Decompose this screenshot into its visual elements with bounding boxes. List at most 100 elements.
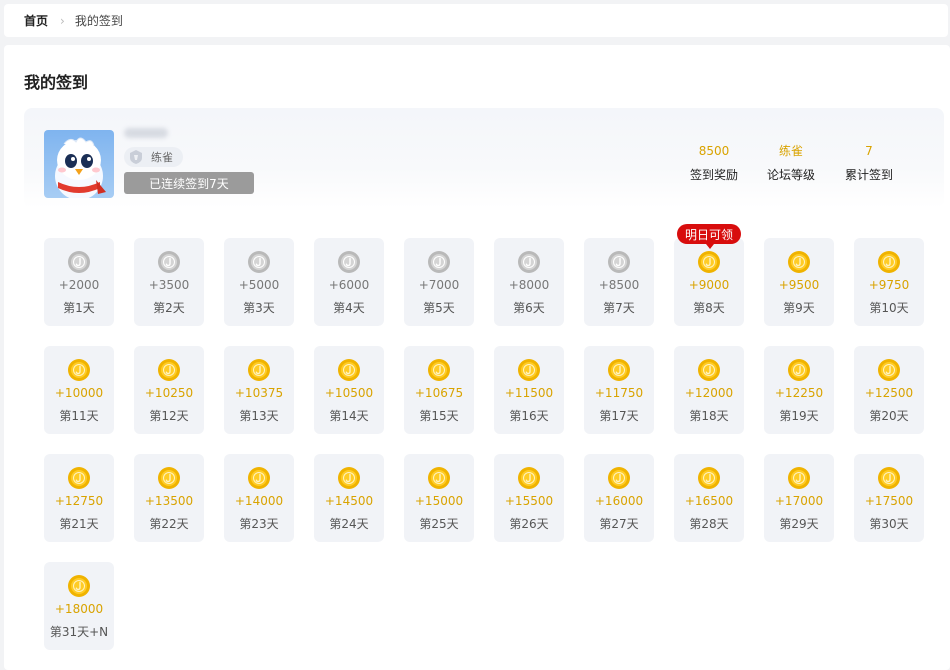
day-label: 第4天 <box>333 301 365 315</box>
day-card-30[interactable]: +17500 第30天 <box>854 454 924 542</box>
day-label: 第11天 <box>59 409 99 423</box>
gold-coin-icon <box>158 359 180 381</box>
day-reward-amount: +10500 <box>324 386 374 400</box>
day-label: 第25天 <box>419 517 459 531</box>
day-label: 第14天 <box>329 409 369 423</box>
gold-coin-icon <box>158 467 180 489</box>
level-shield-icon <box>130 150 142 164</box>
breadcrumb-current: 我的签到 <box>74 14 123 28</box>
gold-coin-icon <box>68 359 90 381</box>
day-card-26[interactable]: +15500 第26天 <box>494 454 564 542</box>
day-card-5[interactable]: +7000 第5天 <box>404 238 474 326</box>
avatar <box>44 130 114 198</box>
stat-value: 练雀 <box>778 144 803 158</box>
day-label: 第26天 <box>509 517 549 531</box>
day-card-13[interactable]: +10375 第13天 <box>224 346 294 434</box>
day-label: 第15天 <box>419 409 459 423</box>
day-card-7[interactable]: +8500 第7天 <box>584 238 654 326</box>
day-card-17[interactable]: +11750 第17天 <box>584 346 654 434</box>
day-card-14[interactable]: +10500 第14天 <box>314 346 384 434</box>
day-reward-amount: +9750 <box>868 278 910 292</box>
day-card-19[interactable]: +12250 第19天 <box>764 346 834 434</box>
day-reward-amount: +13500 <box>144 494 194 508</box>
gold-coin-icon <box>428 359 450 381</box>
day-card-6[interactable]: +8000 第6天 <box>494 238 564 326</box>
stat-sign-reward: 8500 签到奖励 <box>679 142 749 183</box>
day-reward-amount: +11500 <box>504 386 554 400</box>
gold-coin-icon <box>608 467 630 489</box>
day-label: 第17天 <box>599 409 639 423</box>
day-card-24[interactable]: +14500 第24天 <box>314 454 384 542</box>
day-label: 第24天 <box>329 517 369 531</box>
silver-coin-icon <box>608 251 630 273</box>
breadcrumb-home-link[interactable]: 首页 <box>24 12 48 29</box>
silver-coin-icon <box>158 251 180 273</box>
silver-coin-icon <box>518 251 540 273</box>
stat-value: 8500 <box>698 144 730 158</box>
day-card-16[interactable]: +11500 第16天 <box>494 346 564 434</box>
stat-forum-level: 练雀 论坛等级 <box>756 142 826 183</box>
day-card-3[interactable]: +5000 第3天 <box>224 238 294 326</box>
day-label: 第2天 <box>153 301 185 315</box>
gold-coin-icon <box>878 359 900 381</box>
streak-status: 已连续签到7天 <box>124 172 254 194</box>
gold-coin-icon <box>68 575 90 597</box>
day-reward-amount: +7000 <box>418 278 460 292</box>
page-title: 我的签到 <box>24 73 89 92</box>
stat-label: 论坛等级 <box>766 168 815 182</box>
day-label: 第16天 <box>509 409 549 423</box>
gold-coin-icon <box>518 467 540 489</box>
day-card-2[interactable]: +3500 第2天 <box>134 238 204 326</box>
day-card-11[interactable]: +10000 第11天 <box>44 346 114 434</box>
day-reward-amount: +17000 <box>774 494 824 508</box>
day-card-28[interactable]: +16500 第28天 <box>674 454 744 542</box>
day-reward-amount: +16000 <box>594 494 644 508</box>
day-reward-amount: +8500 <box>598 278 640 292</box>
day-card-25[interactable]: +15000 第25天 <box>404 454 474 542</box>
day-reward-amount: +10000 <box>54 386 104 400</box>
day-label: 第22天 <box>149 517 189 531</box>
day-reward-amount: +12250 <box>774 386 824 400</box>
day-card-18[interactable]: +12000 第18天 <box>674 346 744 434</box>
breadcrumb-chevron-icon: › <box>60 13 65 28</box>
day-label: 第10天 <box>869 301 909 315</box>
day-reward-amount: +15000 <box>414 494 464 508</box>
day-card-8[interactable]: +9000 第8天 明日可领 <box>674 224 744 326</box>
gold-coin-icon <box>878 467 900 489</box>
day-label: 第28天 <box>689 517 729 531</box>
stat-value: 7 <box>865 144 873 158</box>
bird-mascot-icon <box>55 137 106 198</box>
gold-coin-icon <box>248 359 270 381</box>
day-card-12[interactable]: +10250 第12天 <box>134 346 204 434</box>
stat-label: 累计签到 <box>844 168 893 182</box>
day-card-21[interactable]: +12750 第21天 <box>44 454 114 542</box>
day-card-20[interactable]: +12500 第20天 <box>854 346 924 434</box>
day-reward-amount: +5000 <box>238 278 280 292</box>
day-reward-amount: +14500 <box>324 494 374 508</box>
gold-coin-icon <box>608 359 630 381</box>
day-card-29[interactable]: +17000 第29天 <box>764 454 834 542</box>
day-card-23[interactable]: +14000 第23天 <box>224 454 294 542</box>
day-label: 第18天 <box>689 409 729 423</box>
level-badge: 练雀 <box>124 147 183 167</box>
day-card-10[interactable]: +9750 第10天 <box>854 238 924 326</box>
profile-card: ou2020 练雀 已连续签到7天 8500 签到奖励 练雀 论坛等级 7 累计… <box>24 108 944 208</box>
day-card-15[interactable]: +10675 第15天 <box>404 346 474 434</box>
day-label: 第6天 <box>513 301 545 315</box>
day-card-1[interactable]: +2000 第1天 <box>44 238 114 326</box>
silver-coin-icon <box>68 251 90 273</box>
day-card-31[interactable]: +18000 第31天+N <box>44 562 114 650</box>
username: ou2020 <box>124 128 168 138</box>
silver-coin-icon <box>428 251 450 273</box>
gold-coin-icon <box>788 467 810 489</box>
day-reward-amount: +9000 <box>688 278 730 292</box>
day-reward-amount: +16500 <box>684 494 734 508</box>
day-card-4[interactable]: +6000 第4天 <box>314 238 384 326</box>
day-card-27[interactable]: +16000 第27天 <box>584 454 654 542</box>
day-label: 第7天 <box>603 301 635 315</box>
day-reward-amount: +17500 <box>864 494 914 508</box>
day-card-9[interactable]: +9500 第9天 <box>764 238 834 326</box>
day-card-22[interactable]: +13500 第22天 <box>134 454 204 542</box>
day-label: 第8天 <box>693 301 725 315</box>
gold-coin-icon <box>788 251 810 273</box>
